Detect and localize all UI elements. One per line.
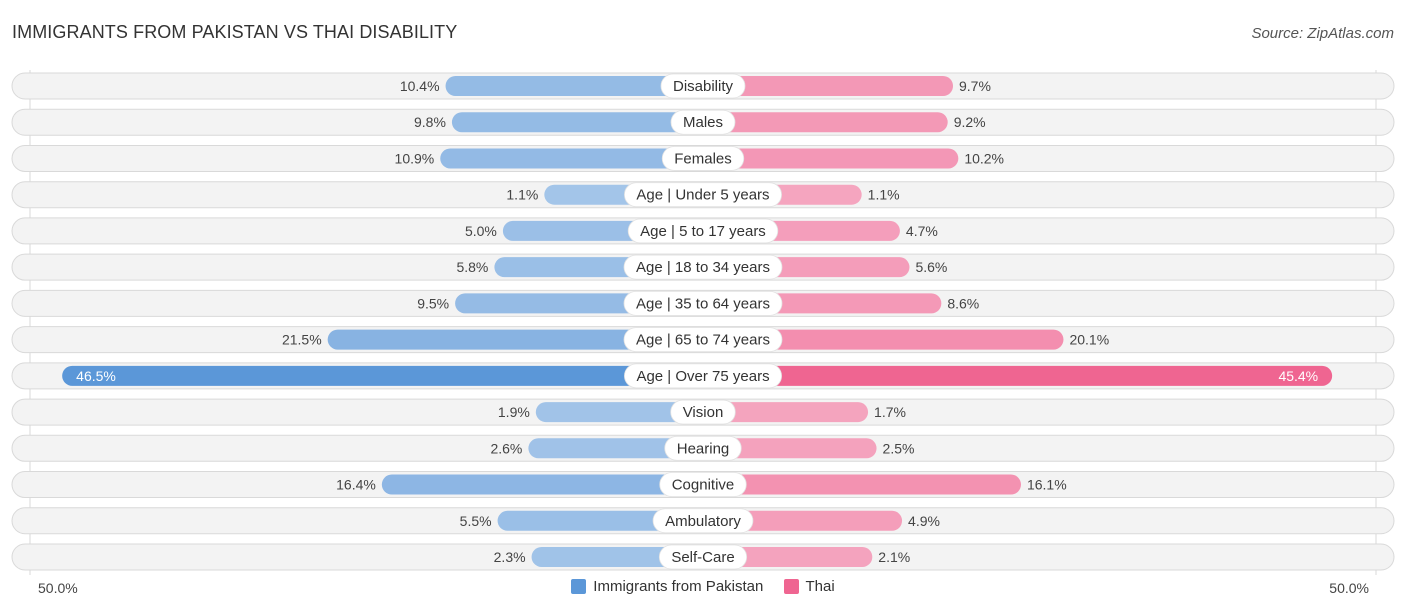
value-label-thai: 1.1% bbox=[868, 187, 900, 203]
value-label-thai: 20.1% bbox=[1069, 332, 1109, 348]
value-label-thai: 4.7% bbox=[906, 223, 938, 239]
legend-swatch-pakistan bbox=[571, 579, 587, 594]
category-label: Age | 65 to 74 years bbox=[636, 332, 770, 349]
row: 10.4% 9.7% Disability bbox=[11, 72, 1395, 100]
row: 10.9% 10.2% Females bbox=[11, 144, 1395, 172]
value-label-thai: 2.1% bbox=[878, 549, 910, 565]
value-label-pakistan: 10.9% bbox=[395, 150, 435, 166]
row: 5.5% 4.9% Ambulatory bbox=[11, 507, 1395, 535]
category-label: Males bbox=[683, 114, 723, 131]
value-label-thai: 1.7% bbox=[874, 404, 906, 420]
value-label-pakistan: 16.4% bbox=[336, 477, 376, 493]
row: 16.4% 16.1% Cognitive bbox=[11, 471, 1395, 499]
value-label-thai: 45.4% bbox=[1278, 368, 1318, 384]
legend-label-pakistan: Immigrants from Pakistan bbox=[593, 578, 764, 595]
value-label-pakistan: 21.5% bbox=[282, 332, 322, 348]
legend-item-pakistan[interactable]: Immigrants from Pakistan bbox=[571, 578, 763, 595]
row: 2.3% 2.1% Self-Care bbox=[11, 543, 1395, 571]
legend-item-thai[interactable]: Thai bbox=[783, 578, 835, 595]
value-label-thai: 9.7% bbox=[959, 78, 991, 94]
value-label-pakistan: 5.8% bbox=[456, 259, 488, 275]
value-label-pakistan: 5.0% bbox=[465, 223, 497, 239]
value-label-thai: 8.6% bbox=[947, 295, 979, 311]
value-label-pakistan: 1.9% bbox=[498, 404, 530, 420]
value-label-thai: 10.2% bbox=[964, 150, 1004, 166]
category-label: Age | Over 75 years bbox=[636, 368, 769, 385]
category-label: Age | 18 to 34 years bbox=[636, 259, 770, 276]
value-label-pakistan: 10.4% bbox=[400, 78, 440, 94]
bar-pakistan bbox=[62, 365, 704, 386]
value-label-pakistan: 2.3% bbox=[494, 549, 526, 565]
category-label: Self-Care bbox=[671, 549, 734, 566]
category-label: Age | Under 5 years bbox=[636, 187, 769, 204]
bar-pakistan bbox=[381, 474, 703, 495]
row: 46.5% 45.4% Age | Over 75 years bbox=[11, 362, 1395, 390]
category-label: Age | 5 to 17 years bbox=[640, 223, 766, 240]
row: 9.8% 9.2% Males bbox=[11, 108, 1395, 136]
value-label-pakistan: 9.8% bbox=[414, 114, 446, 130]
chart-plot: 10.4% 9.7%Disability9.8% 9.2%Males10.9% 10.… bbox=[11, 70, 1395, 575]
row: 1.1% 1.1% Age | Under 5 years bbox=[11, 181, 1395, 209]
row: 9.5% 8.6% Age | 35 to 64 years bbox=[11, 289, 1395, 317]
value-label-thai: 9.2% bbox=[954, 114, 986, 130]
category-label: Disability bbox=[673, 78, 734, 95]
bar-thai bbox=[703, 365, 1333, 386]
bar-thai bbox=[703, 112, 948, 133]
value-label-thai: 2.5% bbox=[883, 440, 915, 456]
value-label-pakistan: 2.6% bbox=[490, 440, 522, 456]
value-label-pakistan: 9.5% bbox=[417, 295, 449, 311]
category-label: Cognitive bbox=[672, 477, 735, 494]
value-label-thai: 16.1% bbox=[1027, 477, 1067, 493]
row: 2.6% 2.5% Hearing bbox=[11, 434, 1395, 462]
bar-thai bbox=[703, 474, 1021, 495]
category-label: Hearing bbox=[677, 440, 730, 457]
row: 21.5% 20.1% Age | 65 to 74 years bbox=[11, 326, 1395, 354]
row: 1.9% 1.7% Vision bbox=[11, 398, 1395, 426]
bar-pakistan bbox=[451, 112, 703, 133]
row: 5.0% 4.7% Age | 5 to 17 years bbox=[11, 217, 1395, 245]
value-label-pakistan: 46.5% bbox=[76, 368, 116, 384]
value-label-pakistan: 1.1% bbox=[506, 187, 538, 203]
value-label-pakistan: 5.5% bbox=[460, 513, 492, 529]
legend-label-thai: Thai bbox=[805, 578, 835, 595]
category-label: Females bbox=[674, 150, 732, 167]
row: 5.8% 5.6% Age | 18 to 34 years bbox=[11, 253, 1395, 281]
value-label-thai: 5.6% bbox=[915, 259, 947, 275]
legend: Immigrants from Pakistan Thai bbox=[0, 578, 1406, 598]
category-label: Vision bbox=[683, 404, 724, 421]
category-label: Ambulatory bbox=[665, 513, 741, 530]
category-label: Age | 35 to 64 years bbox=[636, 295, 770, 312]
legend-swatch-thai bbox=[783, 579, 799, 594]
value-label-thai: 4.9% bbox=[908, 513, 940, 529]
